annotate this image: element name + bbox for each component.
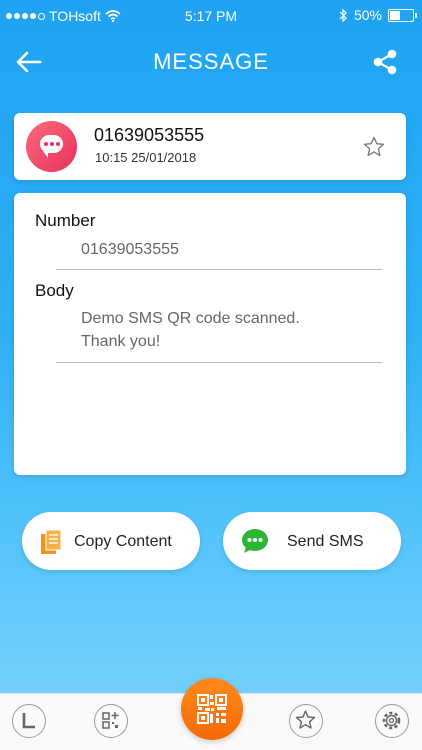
message-datetime: 10:15 25/01/2018 <box>95 150 197 165</box>
battery-icon <box>388 8 417 22</box>
scan-qr-button[interactable] <box>181 678 243 740</box>
copy-content-label: Copy Content <box>74 533 172 550</box>
divider <box>56 269 382 270</box>
divider <box>56 362 382 363</box>
message-detail-card: Number 01639053555 Body Demo SMS QR code… <box>14 193 406 475</box>
bluetooth-icon <box>339 8 347 22</box>
status-right: 50% <box>339 7 417 23</box>
history-icon[interactable] <box>12 704 46 738</box>
body-line-2: Thank you! <box>81 333 161 350</box>
page-title: MESSAGE <box>153 49 269 74</box>
copy-icon <box>41 529 62 554</box>
battery-percent: 50% <box>353 7 382 23</box>
copy-content-button[interactable]: Copy Content <box>22 512 200 570</box>
create-qr-icon[interactable] <box>94 704 128 738</box>
body-line-1: Demo SMS QR code scanned. <box>81 310 300 327</box>
share-icon[interactable] <box>370 47 400 77</box>
status-bar: TOHsoft 5:17 PM 50% <box>0 0 422 32</box>
phone-number: 01639053555 <box>94 125 205 145</box>
favorites-icon[interactable] <box>289 704 323 738</box>
message-summary-card: 01639053555 10:15 25/01/2018 <box>14 113 406 180</box>
app-header: MESSAGE <box>0 32 422 92</box>
number-value: 01639053555 <box>81 241 179 258</box>
sms-bubble-icon <box>26 121 77 172</box>
scan-qr-icon <box>197 694 227 724</box>
number-label: Number <box>35 211 96 230</box>
body-label: Body <box>35 281 74 300</box>
sms-icon <box>242 529 268 553</box>
send-sms-label: Send SMS <box>287 533 364 550</box>
send-sms-button[interactable]: Send SMS <box>223 512 401 570</box>
star-outline-icon[interactable] <box>362 135 386 159</box>
settings-icon[interactable] <box>375 704 409 738</box>
